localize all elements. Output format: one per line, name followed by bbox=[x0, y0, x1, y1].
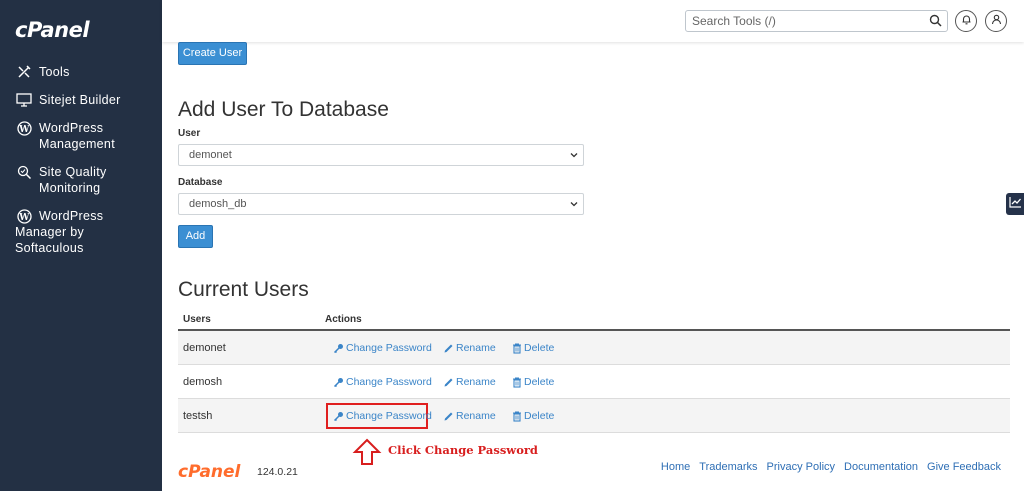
database-select-value: demosh_db bbox=[189, 198, 247, 210]
annotation-text: Click Change Password bbox=[388, 443, 538, 457]
notifications-button[interactable] bbox=[955, 10, 977, 32]
chevron-down-icon bbox=[568, 197, 580, 217]
user-select[interactable]: demonet bbox=[178, 144, 584, 166]
stats-panel-toggle[interactable] bbox=[1006, 193, 1024, 215]
delete-link[interactable]: Delete bbox=[512, 410, 554, 422]
change-password-link[interactable]: Change Password bbox=[333, 376, 432, 388]
chart-line-icon bbox=[1008, 195, 1022, 213]
search-input[interactable] bbox=[686, 11, 922, 31]
trash-icon bbox=[513, 343, 521, 354]
footer-link-give-feedback[interactable]: Give Feedback bbox=[927, 461, 1001, 473]
user-name: demosh bbox=[183, 376, 223, 388]
svg-text:W: W bbox=[18, 125, 30, 135]
add-user-title: Add User To Database bbox=[178, 98, 389, 121]
database-label: Database bbox=[178, 177, 223, 188]
trash-icon bbox=[513, 377, 521, 388]
wordpress-icon: W bbox=[15, 208, 33, 224]
key-icon bbox=[333, 411, 343, 421]
table-row: demosh Change Password Rename Delete bbox=[178, 365, 1010, 399]
user-label: User bbox=[178, 128, 201, 139]
footer-link-documentation[interactable]: Documentation bbox=[844, 461, 918, 473]
key-icon bbox=[333, 377, 343, 387]
sidebar-item-sitejet[interactable]: Sitejet Builder bbox=[0, 90, 162, 110]
users-table: Users Actions demonet Change Password Re… bbox=[178, 310, 1010, 433]
footer-link-privacy-policy[interactable]: Privacy Policy bbox=[767, 461, 835, 473]
user-name: testsh bbox=[183, 410, 213, 422]
key-icon bbox=[333, 343, 343, 353]
change-password-link[interactable]: Change Password bbox=[333, 410, 432, 422]
search-icon[interactable] bbox=[929, 14, 942, 32]
arrow-up-icon bbox=[352, 438, 382, 465]
version-label: 124.0.21 bbox=[257, 466, 298, 478]
sidebar-nav: Tools Sitejet Builder W WordPress Manage… bbox=[0, 62, 162, 266]
magnify-check-icon bbox=[15, 164, 33, 180]
table-row: testsh Change Password Rename Delete bbox=[178, 399, 1010, 433]
delete-link[interactable]: Delete bbox=[512, 342, 554, 354]
svg-text:W: W bbox=[18, 213, 30, 223]
sidebar-item-label: WordPress Management bbox=[39, 121, 115, 151]
sidebar-item-site-quality[interactable]: Site Quality Monitoring bbox=[0, 162, 162, 198]
user-menu-button[interactable] bbox=[985, 10, 1007, 32]
footer-link-home[interactable]: Home bbox=[661, 461, 690, 473]
sidebar-item-label: Sitejet Builder bbox=[39, 93, 121, 107]
change-password-link[interactable]: Change Password bbox=[333, 342, 432, 354]
footer-cpanel-logo: cPanel bbox=[178, 462, 241, 482]
add-button[interactable]: Add bbox=[178, 225, 213, 248]
rename-link[interactable]: Rename bbox=[443, 376, 496, 388]
wordpress-icon: W bbox=[15, 120, 33, 136]
sidebar-item-wordpress-softaculous[interactable]: W WordPress Manager by Softaculous bbox=[0, 206, 162, 258]
bell-icon bbox=[961, 12, 972, 30]
database-select[interactable]: demosh_db bbox=[178, 193, 584, 215]
user-select-value: demonet bbox=[189, 149, 232, 161]
tools-icon bbox=[15, 64, 33, 80]
chevron-down-icon bbox=[568, 148, 580, 168]
sidebar-item-wordpress-management[interactable]: W WordPress Management bbox=[0, 118, 162, 154]
user-icon bbox=[991, 12, 1002, 30]
footer-link-trademarks[interactable]: Trademarks bbox=[699, 461, 757, 473]
delete-link[interactable]: Delete bbox=[512, 376, 554, 388]
sidebar: cPanel Tools Sitejet Builder W WordPress… bbox=[0, 0, 162, 491]
top-bar bbox=[162, 0, 1024, 42]
pencil-icon bbox=[444, 378, 453, 386]
trash-icon bbox=[513, 411, 521, 422]
monitor-icon bbox=[15, 92, 33, 108]
sidebar-item-label: Tools bbox=[39, 65, 70, 79]
pencil-icon bbox=[444, 412, 453, 420]
sidebar-item-label: Site Quality Monitoring bbox=[39, 165, 107, 195]
column-header-actions: Actions bbox=[325, 314, 362, 325]
search-box bbox=[685, 10, 948, 32]
current-users-title: Current Users bbox=[178, 278, 309, 301]
pencil-icon bbox=[444, 344, 453, 352]
rename-link[interactable]: Rename bbox=[443, 410, 496, 422]
user-name: demonet bbox=[183, 342, 226, 354]
rename-link[interactable]: Rename bbox=[443, 342, 496, 354]
create-user-button[interactable]: Create User bbox=[178, 42, 247, 65]
sidebar-item-tools[interactable]: Tools bbox=[0, 62, 162, 82]
table-header: Users Actions bbox=[178, 310, 1010, 331]
cpanel-logo[interactable]: cPanel bbox=[15, 18, 90, 42]
footer-links: Home Trademarks Privacy Policy Documenta… bbox=[661, 461, 1001, 473]
table-row: demonet Change Password Rename Delete bbox=[178, 331, 1010, 365]
column-header-users: Users bbox=[183, 314, 211, 325]
